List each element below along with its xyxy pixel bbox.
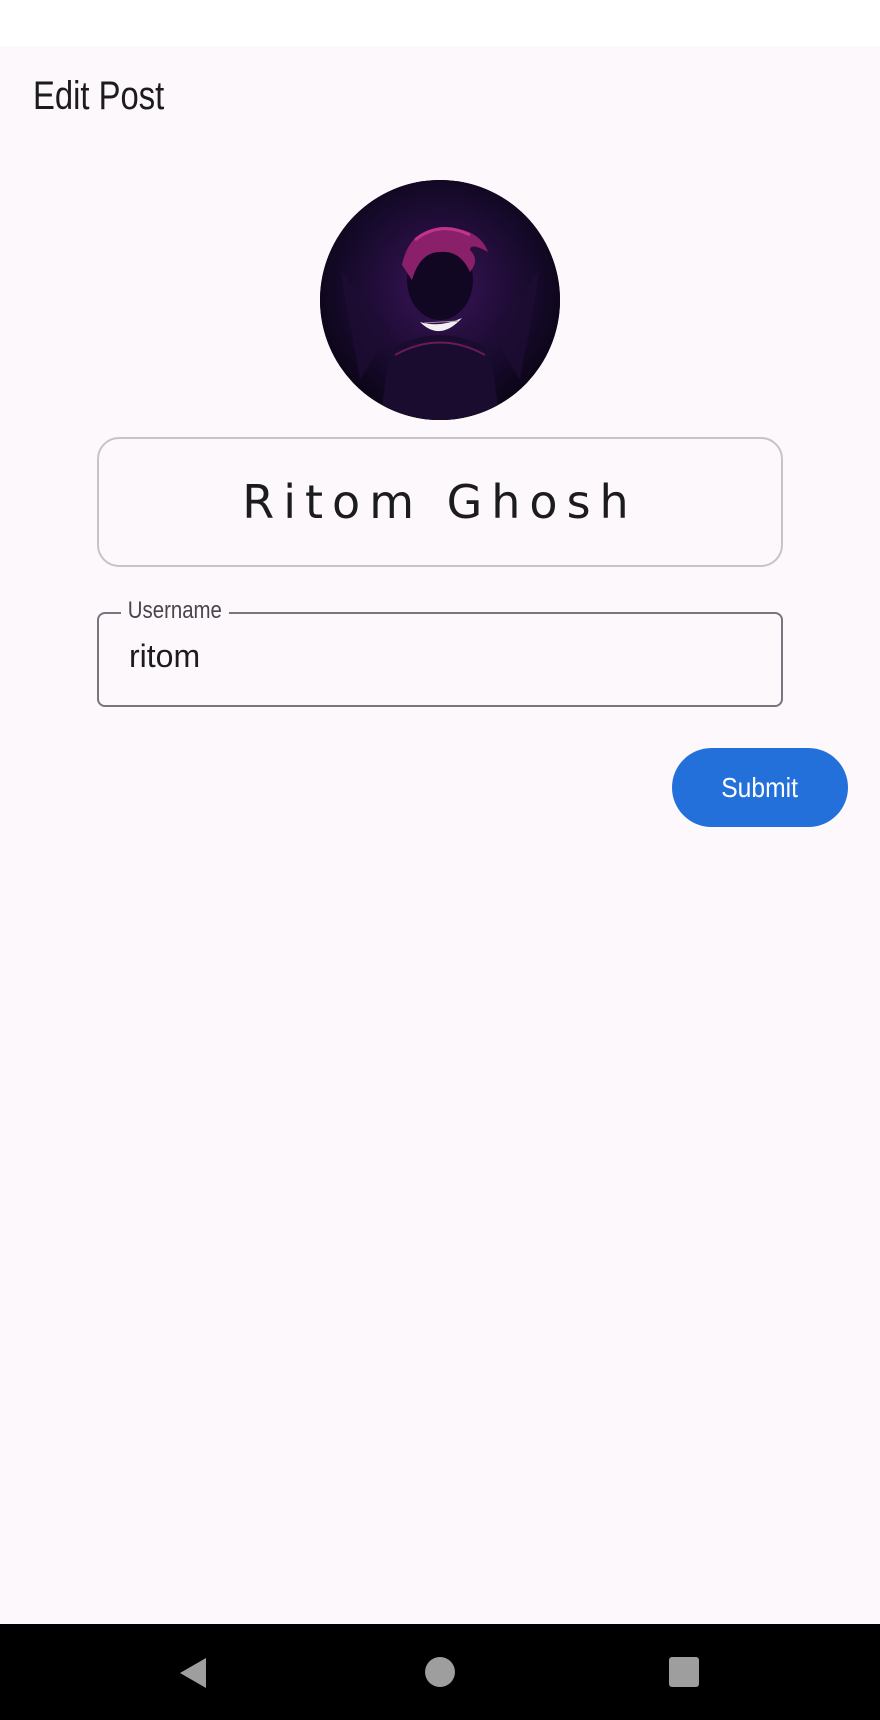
- avatar[interactable]: [320, 180, 560, 420]
- avatar-image: [320, 180, 560, 420]
- submit-button-label: Submit: [721, 771, 799, 803]
- page-title: Edit Post: [33, 74, 165, 118]
- display-name-card: Ritom Ghosh: [97, 437, 783, 567]
- username-field[interactable]: Username: [97, 597, 783, 707]
- username-label: Username: [121, 597, 229, 625]
- submit-button[interactable]: Submit: [672, 748, 848, 827]
- status-bar: [0, 0, 880, 46]
- edit-post-screen: Edit Post Ritom Ghosh Username ritom Sub…: [0, 0, 880, 1720]
- back-triangle-icon[interactable]: [176, 1656, 210, 1690]
- username-input[interactable]: [129, 634, 749, 678]
- recents-square-icon[interactable]: [669, 1657, 699, 1687]
- home-circle-icon[interactable]: [425, 1657, 455, 1687]
- navigation-bar: [0, 1624, 880, 1720]
- display-name: Ritom Ghosh: [242, 475, 638, 529]
